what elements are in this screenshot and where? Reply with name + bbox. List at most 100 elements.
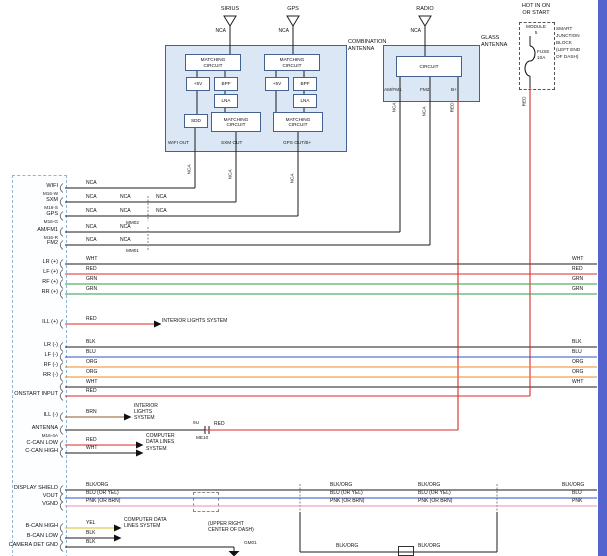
wire-color-label: BLK [86, 340, 95, 345]
pin-label-b-can-low: B-CAN LOW [2, 534, 58, 540]
wire-color-label: NCA [120, 209, 131, 214]
pin-label-lf-minus: LF (-) [2, 353, 58, 359]
junction-block-name: OF DASH) [556, 55, 578, 60]
arrow-icon [154, 321, 162, 328]
hot-in-on-label: HOT IN ON [508, 4, 564, 10]
output-pin-label: B+ [451, 88, 457, 93]
matching-circuit-block: MATCHING CIRCUIT [211, 112, 261, 132]
wire-color-label: RED [86, 389, 97, 394]
green-wires [65, 284, 597, 294]
antenna-icon-radio [419, 16, 431, 26]
wire-color-label: WHT [86, 380, 97, 385]
wire-color-label: NCA [86, 238, 97, 243]
wire-color-label: NCA [156, 209, 167, 214]
wire-color-label: NCA [188, 158, 193, 180]
bpf-block: BPF [293, 77, 317, 91]
wire-color-label: NCA [393, 29, 421, 34]
junction-block-name: JUNCTION [556, 34, 580, 39]
pin-label-lr-minus: LR (-) [2, 343, 58, 349]
wire-color-label: NCA [156, 195, 167, 200]
pin-label-rr-minus: RR (-) [2, 373, 58, 379]
wire-color-label: ORG [86, 370, 97, 375]
wire-color-label: BLU (OR YEL) [418, 491, 451, 496]
wire-color-label: BLK/ORG [562, 483, 584, 488]
wire-color-label: GRN [572, 287, 583, 292]
note-computer-data-lines: LINES SYSTEM [124, 524, 160, 529]
blue-wires [65, 357, 597, 498]
combination-antenna-title: COMBINATION [348, 40, 386, 46]
wire-color-label: YEL [86, 521, 95, 526]
bpf-block: BPF [214, 77, 238, 91]
wire-color-label: BLK/ORG [418, 544, 440, 549]
connector-code: M16-G [16, 220, 58, 225]
note-interior-lights: INTERIOR LIGHTS SYSTEM [162, 319, 227, 324]
pin-label-amfm1: AM/FM1 [2, 228, 58, 234]
wire-color-label: PNK [572, 499, 582, 504]
wire-color-label: BLU [572, 350, 582, 355]
fuse-icon [525, 46, 535, 76]
wire-color-label: NCA [291, 167, 296, 189]
antenna-label-gps: GPS [267, 7, 319, 13]
glass-antenna-title: GLASS [481, 36, 499, 42]
note-computer-data-lines: DATA LINES [146, 440, 174, 445]
wire-color-label: BLK/ORG [86, 483, 108, 488]
pin-label-rr-plus: RR (+) [2, 290, 58, 296]
wire-color-label: BLK [572, 340, 581, 345]
pin-label-display-shield: DISPLAY SHIELD [2, 486, 58, 492]
output-pin-label: FM2 [420, 88, 429, 93]
hot-in-on-label: OR START [508, 11, 564, 17]
connector-code: ME10 [196, 436, 208, 441]
plus5v-block: +5V [186, 77, 210, 91]
wire-color-label: PNK (OR BRN) [330, 499, 364, 504]
wire-color-label: NCA [120, 238, 131, 243]
pin-label-ill-minus: ILL (-) [2, 413, 58, 419]
antenna-icon-gps [287, 16, 299, 26]
arrow-icon [114, 525, 122, 532]
wire-color-label: BLU [86, 350, 96, 355]
wire-color-label: GRN [572, 277, 583, 282]
wire-color-label: BLK [86, 531, 95, 536]
wire-color-label: NCA [198, 29, 226, 34]
pin-brackets [60, 184, 63, 552]
orange-wires [65, 367, 597, 377]
output-pin-label: SXM OUT [221, 141, 242, 146]
wire-color-label: NCA [86, 181, 97, 186]
connector-pin-number: 9U [193, 421, 199, 426]
pin-label-camera-det-gnd: CAMERA DET GND [2, 543, 58, 549]
combination-antenna-title: ANTENNA [348, 47, 374, 53]
matching-circuit-block: MATCHING CIRCUIT [264, 54, 320, 71]
wire-color-label: BLU (OR YEL) [86, 491, 119, 496]
wire-color-label: NCA [229, 163, 234, 185]
note-interior-lights: SYSTEM [134, 416, 155, 421]
wire-color-label: NCA [393, 96, 398, 118]
module-number: 5 [520, 31, 552, 36]
wire-color-label: RED [86, 438, 97, 443]
wire-color-label: BLK/ORG [330, 483, 352, 488]
arrow-icon [124, 414, 132, 421]
pin-label-vgnd: VGND [2, 502, 58, 508]
pin-label-lr-plus: LR (+) [2, 260, 58, 266]
wire-color-label: WHT [86, 257, 97, 262]
black-wires [65, 26, 597, 552]
pin-label-gps: GPS [2, 212, 58, 218]
wire-color-label: RED [214, 422, 225, 427]
wire-color-label: WHT [86, 446, 97, 451]
wire-color-label: PNK (OR BRN) [418, 499, 452, 504]
wire-color-label: BLK/ORG [336, 544, 358, 549]
connector-code: M16-4A [16, 434, 58, 439]
output-pin-label: GPS OUT/B+ [283, 141, 311, 146]
note-ground-location: CENTER OF DASH) [208, 528, 254, 533]
wire-color-label: RED [572, 267, 583, 272]
wire-color-label: WHT [572, 257, 583, 262]
arrow-icon [136, 450, 144, 457]
lna-block: LNA [214, 94, 238, 108]
red-wires [65, 88, 597, 445]
wire-color-label: NCA [423, 100, 428, 122]
scrollbar[interactable] [598, 0, 607, 556]
antenna-label-sirius: SIRIUS [204, 7, 256, 13]
pin-label-fm2: FM2 [2, 241, 58, 247]
sdd-block: SDD [184, 114, 208, 128]
wire-color-label: RED [523, 90, 528, 112]
wire-color-label: RED [451, 96, 456, 118]
arrow-icon [114, 535, 122, 542]
